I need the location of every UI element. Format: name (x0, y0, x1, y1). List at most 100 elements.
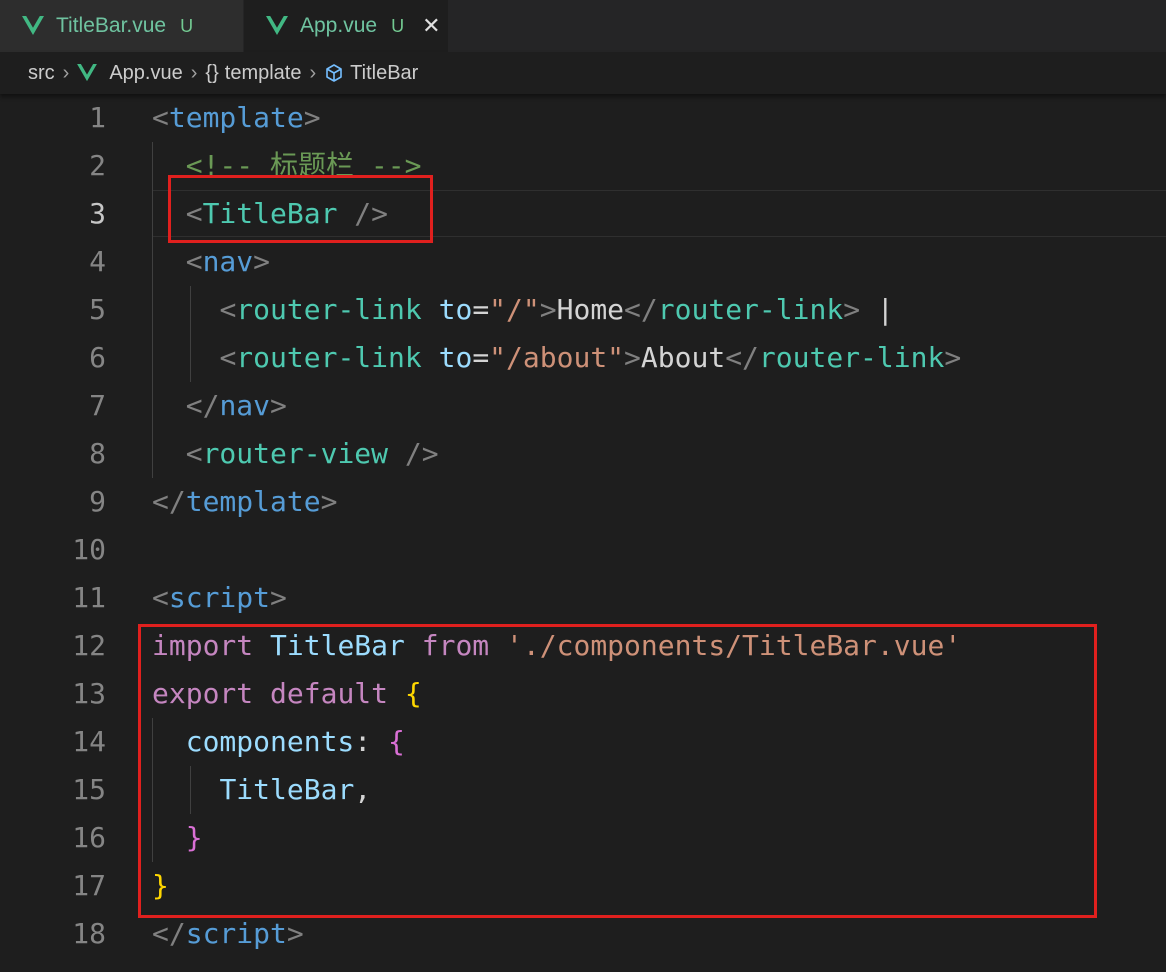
code-token: /> (404, 437, 439, 470)
component-cube-icon (326, 64, 342, 82)
code-token: = (472, 293, 490, 326)
code-line: 9 </template> (0, 478, 1166, 526)
vue-file-icon (77, 64, 98, 82)
line-number: 11 (72, 581, 106, 614)
line-code[interactable]: <nav> (152, 238, 270, 286)
code-token: to (438, 341, 473, 374)
code-token: router-link (657, 293, 844, 326)
untracked-status-badge: U (391, 15, 405, 36)
line-code[interactable]: <script> (152, 574, 287, 622)
line-number: 8 (89, 437, 106, 470)
chevron-right-icon: › (62, 61, 70, 84)
code-token: > (270, 389, 287, 422)
line-code[interactable]: <router-link to="/about">About</router-l… (152, 334, 961, 382)
tab-label: App.vue (300, 14, 378, 37)
line-number: 3 (89, 197, 106, 230)
code-token: "/about" (489, 341, 625, 374)
untracked-status-badge: U (180, 15, 194, 36)
code-token: < (185, 437, 203, 470)
code-token: template (185, 485, 321, 518)
code-line: 4 <nav> (0, 238, 1166, 286)
code-line: 6 <router-link to="/about">About</router… (0, 334, 1166, 382)
code-token: > (624, 341, 641, 374)
chevron-right-icon: › (190, 61, 198, 84)
breadcrumb-component[interactable]: TitleBar (350, 62, 418, 85)
code-token: template (168, 101, 304, 134)
code-token: script (168, 581, 271, 614)
line-code[interactable]: <router-link to="/">Home</router-link> | (152, 286, 894, 334)
code-token: router-view (202, 437, 389, 470)
line-number: 18 (72, 917, 106, 950)
highlight-box-titlebar-tag (168, 175, 433, 243)
code-token: router-link (758, 341, 945, 374)
code-token: </ (152, 485, 186, 518)
code-token: to (438, 293, 473, 326)
chevron-right-icon: › (309, 61, 317, 84)
code-token: < (185, 245, 203, 278)
line-number: 2 (89, 149, 106, 182)
code-token: </ (152, 917, 186, 950)
line-number: 10 (72, 533, 106, 566)
code-editor[interactable]: 1 <template> 2 <!-- 标题栏 --> 3 <TitleBar /… (0, 94, 1166, 972)
line-number: 14 (72, 725, 106, 758)
code-token: = (472, 341, 490, 374)
tab-label: TitleBar.vue (56, 14, 167, 37)
line-number: 13 (72, 677, 106, 710)
code-token: < (219, 293, 237, 326)
tab-titlebar-vue[interactable]: TitleBar.vue U (0, 0, 244, 52)
code-token: > (843, 293, 861, 326)
code-token: nav (202, 245, 254, 278)
code-token: "/" (489, 293, 540, 326)
line-number: 6 (89, 341, 106, 374)
line-code[interactable]: </template> (152, 478, 337, 526)
code-line: 7 </nav> (0, 382, 1166, 430)
breadcrumb-folder[interactable]: src (28, 62, 55, 85)
vue-file-icon (22, 16, 44, 35)
close-tab-icon[interactable]: ✕ (422, 15, 440, 37)
tab-bar: TitleBar.vue U App.vue U ✕ (0, 0, 1166, 52)
code-token: About (640, 341, 726, 374)
line-code[interactable]: <router-view /> (152, 430, 439, 478)
code-line: 8 <router-view /> (0, 430, 1166, 478)
code-token: script (185, 917, 287, 950)
code-token: > (286, 917, 304, 950)
braces-icon: {} (205, 61, 219, 84)
code-line: 11 <script> (0, 574, 1166, 622)
line-number: 16 (72, 821, 106, 854)
code-token: router-link (236, 293, 422, 326)
code-token: < (152, 581, 169, 614)
line-number: 5 (89, 293, 106, 326)
code-token: | (860, 293, 894, 326)
tab-app-vue[interactable]: App.vue U ✕ (244, 0, 448, 52)
vue-file-icon (266, 16, 288, 35)
highlight-box-script-block (138, 624, 1097, 918)
code-token: router-link (236, 341, 422, 374)
code-token: > (539, 293, 557, 326)
code-token: </ (185, 389, 220, 422)
code-token: </ (624, 293, 658, 326)
line-number: 12 (72, 629, 106, 662)
line-code[interactable]: </nav> (152, 382, 287, 430)
line-number: 15 (72, 773, 106, 806)
code-token: < (219, 341, 237, 374)
code-token: Home (556, 293, 625, 326)
line-number: 7 (89, 389, 106, 422)
breadcrumb-file[interactable]: App.vue (109, 62, 182, 85)
line-code[interactable]: <template> (152, 94, 321, 142)
breadcrumb: src › App.vue › {} template › TitleBar (0, 52, 1166, 94)
line-number: 1 (89, 101, 106, 134)
code-token: < (152, 101, 169, 134)
breadcrumb-section[interactable]: template (225, 62, 302, 85)
code-line: 1 <template> (0, 94, 1166, 142)
code-token: > (253, 245, 271, 278)
line-number: 4 (89, 245, 106, 278)
code-token: nav (219, 389, 271, 422)
